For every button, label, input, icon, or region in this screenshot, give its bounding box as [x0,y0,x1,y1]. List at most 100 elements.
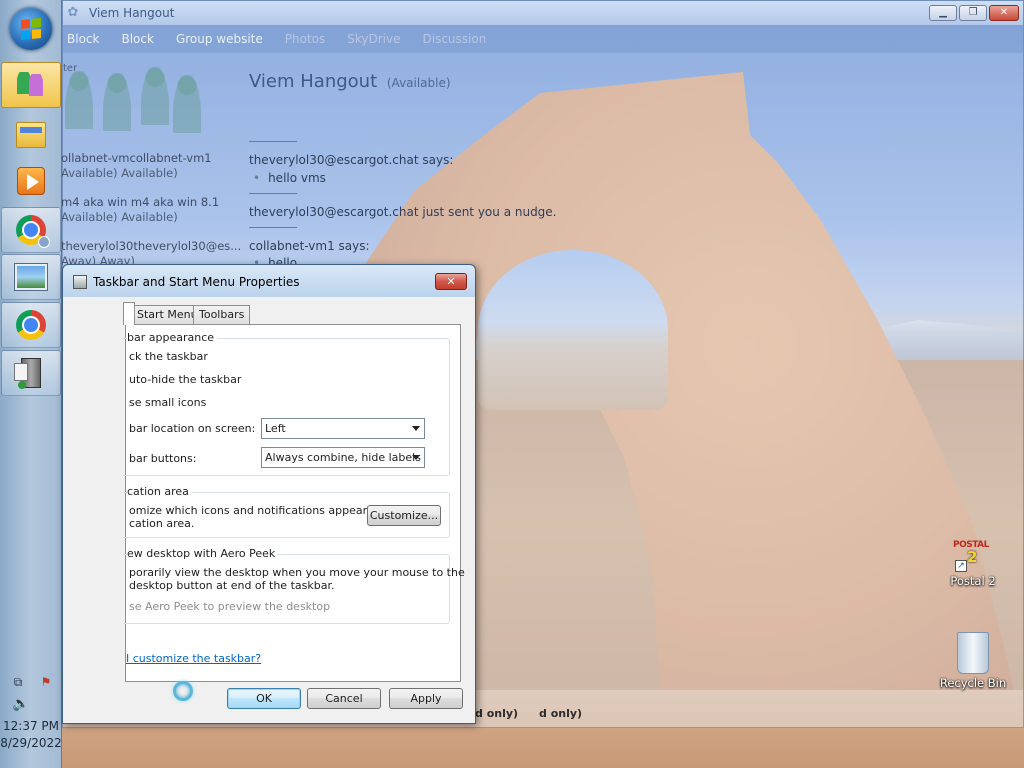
busy-cursor-icon [173,681,193,701]
clock-date[interactable]: 8/29/2022 [0,736,62,750]
aero-description-2: desktop button at end of the taskbar. [129,579,335,592]
taskbar-settings-icon [73,275,87,289]
postal2-icon: POSTAL 2 ↗ [953,528,993,572]
menu-discussion[interactable]: Discussion [423,32,487,46]
messenger-title: Viem Hangout [89,6,175,20]
windows-logo-icon [21,17,41,41]
messenger-app-icon: ✿ [67,5,79,20]
contact-name: theverylol30theverylol30@es... [61,239,242,253]
window-controls: ▁ ❐ ✕ [929,5,1019,21]
menu-block-2[interactable]: Block [121,32,153,46]
message-bullet: • [253,171,261,185]
volume-icon[interactable]: 🔈 [12,696,29,712]
messenger-icon [17,72,45,98]
contact-name: m4 aka win m4 aka win 8.1 [61,195,220,209]
taskbar-buttons-select[interactable]: Always combine, hide labels [261,447,425,468]
taskbar-appearance-group: bar appearance ck the taskbar uto-hide t… [123,331,450,476]
taskbar-item-chrome[interactable] [1,302,61,348]
network-icon[interactable]: ⧉ [10,674,26,690]
notification-area-group: cation area omize which icons and notifi… [123,485,450,538]
apply-button[interactable]: Apply [389,688,463,709]
message-text: hello vms [268,171,326,185]
dialog-content: Start Menu Toolbars bar appearance ck th… [123,297,475,723]
customize-button[interactable]: Customize... [367,505,441,526]
contact-name: ollabnet-vmcollabnet-vm1 [61,151,212,165]
notification-description: omize which icons and notifications appe… [129,504,403,517]
notification-tray: ⧉ ⚑ [10,672,54,692]
postal2-logo-number: 2 [967,548,978,566]
select-value: Always combine, hide labels [265,451,421,464]
lock-taskbar-checkbox[interactable]: ck the taskbar [129,350,208,363]
small-icons-checkbox[interactable]: se small icons [129,396,206,409]
folder-icon [16,122,46,148]
message-text-row: • hello vms [249,171,326,185]
message-separator [249,193,297,194]
taskbar-item-photo-viewer[interactable] [1,254,61,300]
desktop-icon-label: Postal 2 [950,574,996,588]
contact-status: Available) Available) [61,210,178,224]
dialog-titlebar[interactable]: Taskbar and Start Menu Properties ✕ [63,265,475,297]
messenger-titlebar[interactable]: ✿ Viem Hangout ▁ ❐ ✕ [63,1,1023,25]
conversation-title: Viem Hangout (Available) [249,71,451,92]
menu-block[interactable]: Block [67,32,99,46]
message-header: collabnet-vm1 says: [249,239,370,253]
group-title: ew desktop with Aero Peek [127,547,279,560]
dialog-close-button[interactable]: ✕ [435,273,467,290]
messenger-menubar: Block Block Group website Photos SkyDriv… [63,25,1023,53]
taskbar-properties-dialog[interactable]: Taskbar and Start Menu Properties ✕ Star… [62,264,476,724]
menu-photos[interactable]: Photos [285,32,325,46]
taskbar-item-messenger[interactable] [1,62,61,108]
shortcut-arrow-icon: ↗ [955,560,967,572]
help-link[interactable]: I customize the taskbar? [126,652,261,665]
contact-item[interactable]: ollabnet-vmcollabnet-vm1 Available) Avai… [61,151,212,181]
dialog-body: Start Menu Toolbars bar appearance ck th… [63,297,475,723]
server-icon [14,358,41,389]
taskbar-item-chrome-profile[interactable] [1,207,61,253]
message-separator [249,227,297,228]
picture-icon [15,264,47,290]
desktop-icon-recycle-bin[interactable]: Recycle Bin [938,632,1008,690]
taskbar-item-explorer[interactable] [1,112,61,158]
contacts-avatar-group [63,67,213,133]
dialog-title: Taskbar and Start Menu Properties [93,275,300,289]
tab-panel: bar appearance ck the taskbar uto-hide t… [123,324,465,682]
faint-status-text: d only) [539,707,583,720]
maximize-button[interactable]: ❐ [959,5,987,21]
taskbar-item-media-player[interactable] [1,158,61,204]
action-center-flag-icon[interactable]: ⚑ [38,674,54,690]
group-title: bar appearance [127,331,218,344]
start-button[interactable] [10,8,52,50]
menu-group-website[interactable]: Group website [176,32,263,46]
taskbar-location-select[interactable]: Left [261,418,425,439]
tab-taskbar[interactable] [123,302,135,325]
contact-item[interactable]: m4 aka win m4 aka win 8.1 Available) Ava… [61,195,219,225]
minimize-button[interactable]: ▁ [929,5,957,21]
taskbar-item-server[interactable] [1,350,61,396]
aero-peek-checkbox[interactable]: se Aero Peek to preview the desktop [129,600,330,613]
close-button[interactable]: ✕ [989,5,1019,21]
message-separator [249,141,297,142]
auto-hide-checkbox[interactable]: uto-hide the taskbar [129,373,241,386]
desktop-icon-label: Recycle Bin [939,676,1007,690]
chrome-user-icon [16,215,50,248]
conversation-name: Viem Hangout [249,71,378,92]
aero-peek-group: ew desktop with Aero Peek porarily view … [123,547,465,624]
media-player-icon [17,167,45,195]
cancel-button[interactable]: Cancel [307,688,381,709]
location-label: bar location on screen: [129,422,256,435]
dialog-blank-region [63,297,123,723]
clock-time[interactable]: 12:37 PM [0,719,62,733]
tab-toolbars[interactable]: Toolbars [193,305,251,324]
aero-description: porarily view the desktop when you move … [129,566,465,579]
taskbar: ⧉ ⚑ 🔈 12:37 PM 8/29/2022 [0,0,62,768]
chrome-icon [16,310,46,340]
select-value: Left [265,422,286,435]
ok-button[interactable]: OK [227,688,301,709]
person-icon [103,73,131,131]
buttons-label: bar buttons: [129,452,197,465]
chevron-down-icon [412,455,420,460]
person-icon [141,67,169,125]
menu-skydrive[interactable]: SkyDrive [347,32,400,46]
desktop-icon-postal2[interactable]: POSTAL 2 ↗ Postal 2 [938,528,1008,588]
recycle-bin-icon [957,632,989,674]
